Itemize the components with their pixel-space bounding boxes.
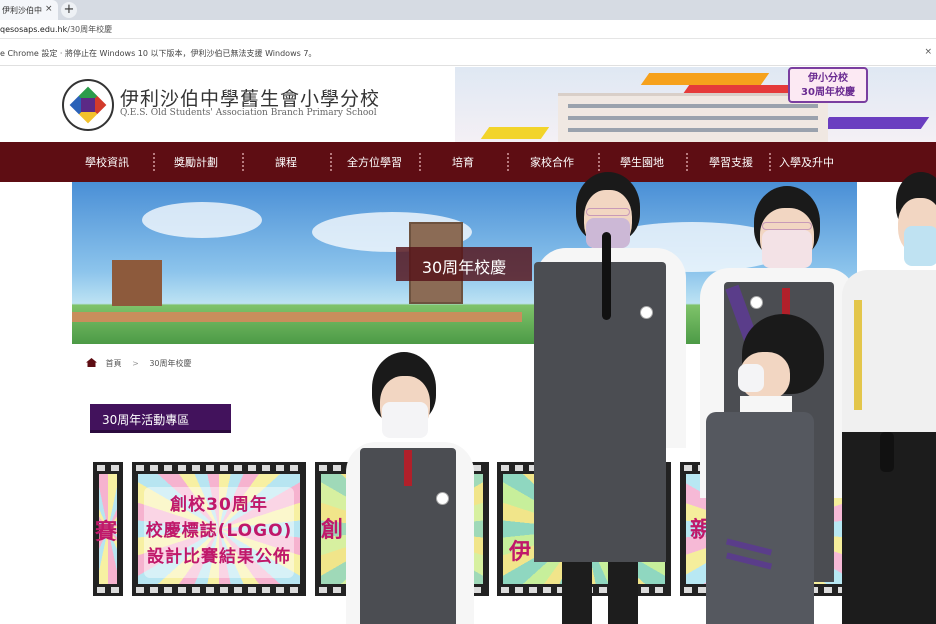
decor-stripe bbox=[640, 73, 770, 85]
nav-separator bbox=[153, 153, 155, 171]
main-nav: 學校資訊 獎勵計劃 課程 全方位學習 培育 家校合作 學生園地 學習支援 入學及… bbox=[0, 142, 936, 182]
breadcrumb: 首頁 > 30周年校慶 bbox=[86, 358, 192, 369]
card-partial-text: 賽 bbox=[95, 520, 118, 545]
url-path: /30周年校慶 bbox=[67, 25, 113, 34]
card-partial-text: 伊 bbox=[509, 540, 532, 565]
decor-stripe bbox=[480, 127, 550, 139]
nav-item-school-info[interactable]: 學校資訊 bbox=[85, 154, 129, 170]
card-title-line1: 創校30周年 bbox=[170, 495, 268, 515]
new-tab-button[interactable]: + bbox=[61, 2, 77, 18]
school-name-en: Q.E.S. Old Students' Association Branch … bbox=[120, 108, 377, 118]
nav-separator bbox=[686, 153, 688, 171]
card-title: 創校30周年 校慶標誌(LOGO) 設計比賽結果公佈 bbox=[132, 492, 306, 570]
nav-item-awards[interactable]: 獎勵計劃 bbox=[174, 154, 218, 170]
section-title: 30周年活動專區 bbox=[90, 404, 231, 433]
banner-bridge bbox=[72, 312, 522, 322]
card-title-line2: 校慶標誌(LOGO) bbox=[145, 521, 293, 541]
activity-card[interactable]: 賽 bbox=[93, 462, 123, 596]
address-bar[interactable]: qesosaps.edu.hk/30周年校慶 bbox=[0, 20, 936, 39]
decor-stripe bbox=[820, 117, 930, 129]
nav-separator bbox=[598, 153, 600, 171]
nav-item-curriculum[interactable]: 課程 bbox=[275, 154, 297, 170]
url-host: qesosaps.edu.hk bbox=[0, 25, 68, 34]
url-text[interactable]: qesosaps.edu.hk/30周年校慶 bbox=[0, 24, 112, 35]
nav-item-nurturing[interactable]: 培育 bbox=[452, 154, 474, 170]
anniversary-badge-line1: 伊小分校 bbox=[808, 73, 848, 84]
nav-separator bbox=[330, 153, 332, 171]
banner-title: 30周年校慶 bbox=[396, 247, 532, 281]
home-icon[interactable] bbox=[86, 358, 97, 367]
header-banner-art: 伊小分校 30周年校慶 bbox=[455, 67, 936, 142]
tab-close-icon[interactable]: × bbox=[45, 4, 53, 14]
nav-separator bbox=[769, 153, 771, 171]
info-bar: e Chrome 設定 · 將停止在 Windows 10 以下版本，伊利沙伯已… bbox=[0, 40, 936, 66]
nav-item-home-school[interactable]: 家校合作 bbox=[530, 154, 574, 170]
browser-tab-bar: 伊利沙伯中 × + bbox=[0, 0, 936, 20]
nav-item-learning-support[interactable]: 學習支援 bbox=[709, 154, 753, 170]
nav-separator bbox=[507, 153, 509, 171]
anniversary-badge-line2: 30周年校慶 bbox=[801, 87, 855, 98]
nav-separator bbox=[242, 153, 244, 171]
presenter-student-boy bbox=[702, 312, 824, 624]
nav-separator bbox=[419, 153, 421, 171]
nav-item-all-round-learning[interactable]: 全方位學習 bbox=[347, 154, 402, 170]
breadcrumb-home[interactable]: 首頁 bbox=[106, 359, 122, 368]
tab-title: 伊利沙伯中 bbox=[2, 6, 42, 15]
school-name-cn[interactable]: 伊利沙伯中學舊生會小學分校 bbox=[120, 84, 380, 111]
school-logo[interactable] bbox=[62, 79, 114, 131]
site-header: 伊利沙伯中學舊生會小學分校 Q.E.S. Old Students' Assoc… bbox=[0, 67, 936, 142]
presenter-student-right-boy bbox=[836, 170, 936, 624]
presenter-student-tall-girl bbox=[532, 170, 690, 624]
logo-center-icon bbox=[81, 98, 95, 112]
browser-tab[interactable]: 伊利沙伯中 × bbox=[0, 0, 58, 20]
nav-item-admission[interactable]: 入學及升中 bbox=[779, 154, 834, 170]
activity-card-logo-contest[interactable]: 創校30周年 校慶標誌(LOGO) 設計比賽結果公佈 bbox=[132, 462, 306, 596]
breadcrumb-current: 30周年校慶 bbox=[149, 359, 192, 368]
info-close-icon[interactable]: × bbox=[924, 47, 932, 57]
banner-ruin-building bbox=[112, 260, 162, 306]
presenter-student-small-girl bbox=[340, 352, 480, 624]
nav-item-student-corner[interactable]: 學生園地 bbox=[620, 154, 664, 170]
card-title-line3: 設計比賽結果公佈 bbox=[147, 547, 291, 567]
info-message: e Chrome 設定 · 將停止在 Windows 10 以下版本，伊利沙伯已… bbox=[0, 49, 317, 58]
anniversary-badge: 伊小分校 30周年校慶 bbox=[788, 67, 868, 103]
breadcrumb-separator: > bbox=[132, 359, 139, 368]
